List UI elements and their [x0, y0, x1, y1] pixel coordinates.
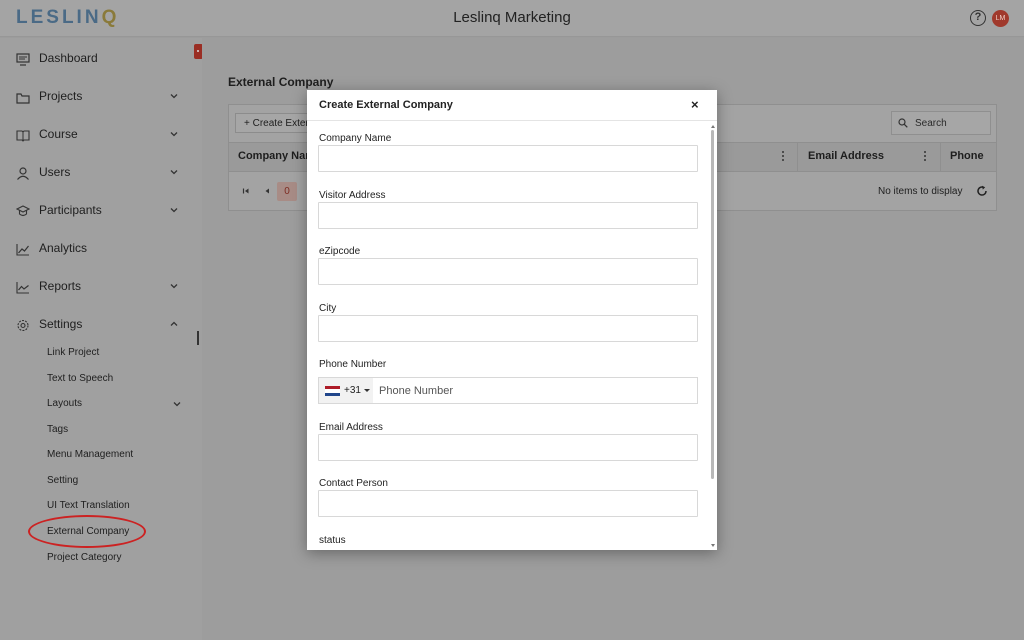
scroll-down-arrow[interactable] — [711, 544, 715, 547]
caret-down-icon — [364, 389, 370, 392]
phone-number-input[interactable] — [375, 378, 695, 403]
line-chart-icon — [16, 282, 29, 294]
graduation-cap-icon — [16, 205, 30, 217]
country-code-selector[interactable]: +31 — [319, 378, 373, 403]
visitor-address-input[interactable] — [318, 202, 698, 229]
chevron-down-icon[interactable] — [168, 128, 180, 140]
column-header-phone[interactable]: Phone — [950, 150, 984, 162]
sidebar-subitem-setting[interactable]: Setting — [47, 475, 78, 486]
scroll-up-arrow[interactable] — [711, 125, 715, 128]
column-menu-icon[interactable] — [781, 150, 785, 162]
first-page-icon[interactable] — [241, 186, 251, 196]
netherlands-flag-icon — [325, 386, 340, 396]
sidebar-subitem-tags[interactable]: Tags — [47, 424, 68, 435]
contact-person-input[interactable] — [318, 490, 698, 517]
chevron-down-icon[interactable] — [168, 90, 180, 102]
company-name-label: Company Name — [319, 133, 392, 144]
gear-icon — [17, 319, 29, 332]
create-external-company-button[interactable]: + Create External Company — [235, 113, 310, 133]
create-external-company-dialog: Create External Company × Company Name V… — [307, 90, 717, 550]
page-title: External Company — [228, 75, 334, 89]
sidebar-item-dashboard[interactable]: Dashboard — [0, 45, 202, 75]
email-address-label: Email Address — [319, 422, 383, 433]
user-icon — [17, 167, 29, 180]
column-separator — [940, 143, 941, 171]
sidebar-item-analytics[interactable]: Analytics — [0, 235, 202, 265]
visitor-address-label: Visitor Address — [319, 190, 386, 201]
chevron-down-icon[interactable] — [168, 280, 180, 292]
chevron-down-icon[interactable] — [171, 398, 183, 410]
search-icon — [898, 118, 908, 128]
sidebar-subitem-ui-text-translation[interactable]: UI Text Translation — [47, 500, 130, 511]
sidebar-item-reports[interactable]: Reports — [0, 273, 202, 303]
company-name-input[interactable] — [318, 145, 698, 172]
column-menu-icon[interactable] — [923, 150, 927, 162]
column-header-email[interactable]: Email Address — [808, 150, 884, 162]
email-address-input[interactable] — [318, 434, 698, 461]
dialog-header: Create External Company × — [307, 90, 717, 121]
monitor-icon — [16, 53, 30, 66]
chevron-down-icon[interactable] — [168, 166, 180, 178]
highlight-annotation — [28, 515, 146, 548]
sidebar-item-label: Projects — [39, 89, 83, 103]
dialog-title: Create External Company — [319, 99, 453, 111]
previous-page-icon[interactable] — [262, 186, 272, 196]
sidebar-item-settings[interactable]: Settings — [0, 311, 202, 341]
sidebar-item-label: Reports — [39, 279, 82, 293]
avatar[interactable]: LM — [992, 10, 1009, 27]
sidebar-item-participants[interactable]: Participants — [0, 197, 202, 227]
contact-person-label: Contact Person — [319, 478, 388, 489]
city-input[interactable] — [318, 315, 698, 342]
scrollbar-thumb[interactable] — [711, 130, 714, 479]
chevron-down-icon[interactable] — [168, 204, 180, 216]
sidebar-item-label: Settings — [39, 317, 83, 331]
search-placeholder: Search — [915, 118, 947, 129]
city-label: City — [319, 303, 337, 314]
sidebar-item-course[interactable]: Course — [0, 121, 202, 151]
chevron-up-icon[interactable] — [168, 318, 180, 330]
zipcode-input[interactable] — [318, 258, 698, 285]
no-items-message: No items to display — [878, 186, 963, 197]
resize-handle[interactable] — [197, 331, 199, 345]
phone-number-field: +31 — [318, 377, 698, 404]
sidebar-item-users[interactable]: Users — [0, 159, 202, 189]
sidebar-item-label: Users — [39, 165, 71, 179]
sidebar-item-projects[interactable]: Projects — [0, 83, 202, 113]
sidebar-subitem-project-category[interactable]: Project Category — [47, 552, 121, 563]
help-circle-icon[interactable]: ? — [970, 10, 986, 26]
sidebar-subitem-menu-management[interactable]: Menu Management — [47, 449, 133, 460]
top-header: LESLINQ Leslinq Marketing ? LM — [0, 0, 1024, 37]
search-input[interactable]: Search — [891, 111, 991, 135]
column-separator — [797, 143, 798, 171]
zipcode-label: eZipcode — [319, 246, 361, 257]
sidebar-item-label: Course — [39, 127, 78, 141]
page-number-button[interactable]: 0 — [277, 182, 297, 201]
sidebar-item-label: Dashboard — [39, 51, 98, 65]
trend-chart-icon — [16, 244, 29, 256]
sidebar-subitem-layouts[interactable]: Layouts — [47, 398, 82, 409]
book-icon — [16, 130, 30, 142]
sidebar-subitem-link-project[interactable]: Link Project — [47, 347, 99, 358]
phone-number-label: Phone Number — [319, 359, 387, 370]
sidebar-item-label: Participants — [39, 203, 102, 217]
folder-icon — [16, 93, 30, 104]
status-label: status — [319, 535, 346, 546]
refresh-icon[interactable] — [976, 185, 988, 197]
app-title: Leslinq Marketing — [453, 9, 571, 26]
sidebar-subitem-text-to-speech[interactable]: Text to Speech — [47, 373, 113, 384]
sidebar-item-label: Analytics — [39, 241, 88, 255]
dial-code: +31 — [344, 385, 361, 396]
close-icon[interactable]: × — [691, 98, 699, 111]
